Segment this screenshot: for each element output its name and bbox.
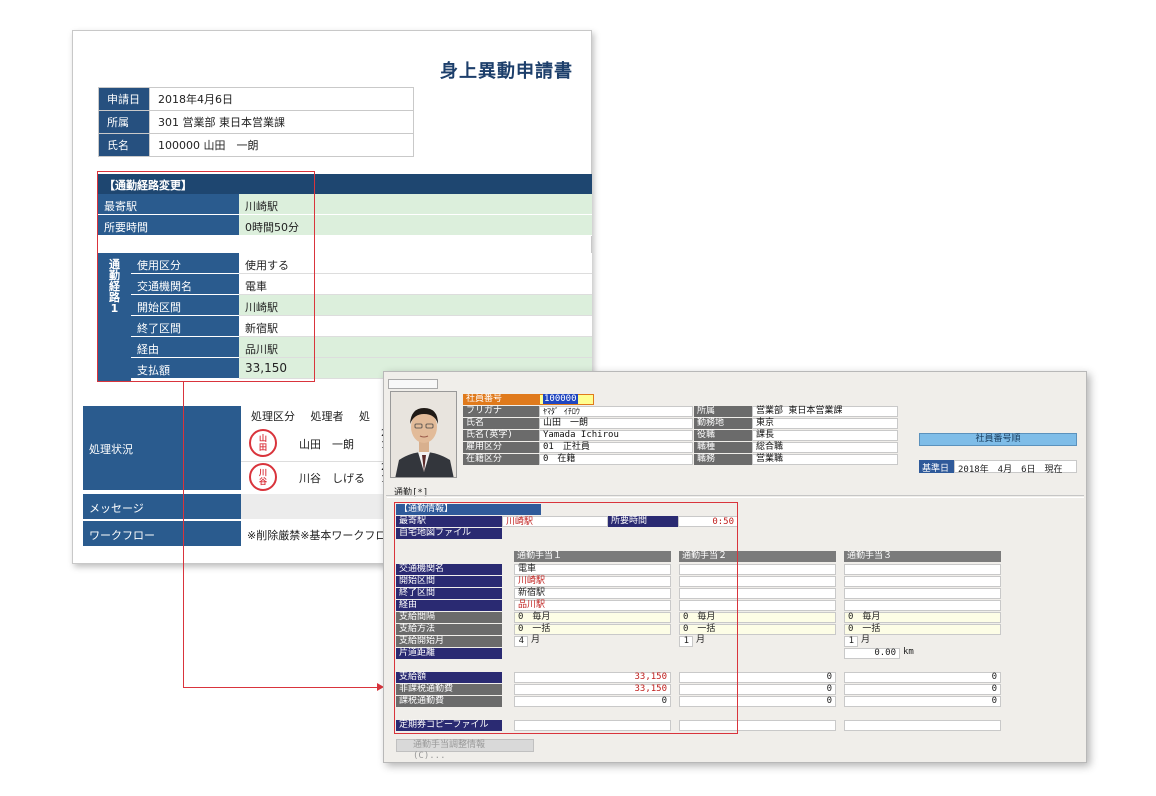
info-row-name: 氏名 100000 山田 一朗 <box>98 133 414 157</box>
emp-label: 在籍区分 <box>463 454 539 465</box>
message-label: メッセージ <box>83 494 241 520</box>
col3-via[interactable] <box>844 600 1001 611</box>
stamp-text: 山田 <box>259 434 267 452</box>
commute-adjustment-button[interactable]: 通勤手当調整情報(C)... <box>396 739 534 761</box>
col3-transport[interactable] <box>844 564 1001 575</box>
col3-taxable[interactable]: 0 <box>844 696 1001 707</box>
approval-stamp: 山田 <box>249 429 277 457</box>
info-row-date: 申請日 2018年4月6日 <box>98 87 414 111</box>
emp-value: 総合職 <box>752 442 898 453</box>
emp-label: 雇用区分 <box>463 442 539 453</box>
emp-value: ﾔﾏﾀﾞ ｲﾁﾛｳ <box>539 406 693 417</box>
emp-value: 東京 <box>752 418 898 429</box>
window-tab[interactable] <box>388 379 438 389</box>
employee-number-value: 100000 <box>543 394 578 404</box>
emp-value: 営業部 東日本営業課 <box>752 406 898 417</box>
col3-interval[interactable]: 0 毎月 <box>844 612 1001 623</box>
employee-commute-window: 社員番号 100000 フリガナ ﾔﾏﾀﾞ ｲﾁﾛｳ 氏名 山田 一朗 氏名(英… <box>383 371 1087 763</box>
connector-line <box>183 382 184 688</box>
base-date: 基準日 2018年 4月 6日 現在 <box>919 460 1077 475</box>
allowance-3-header: 通勤手当３ <box>844 551 1001 562</box>
col3-method[interactable]: 0 一括 <box>844 624 1001 635</box>
employee-photo <box>390 391 457 478</box>
stamp-text: 川谷 <box>259 468 267 486</box>
base-date-value[interactable]: 2018年 4月 6日 現在 <box>954 460 1077 475</box>
col3-month-unit: 月 <box>858 636 878 647</box>
emp-value: 0 在籍 <box>539 454 693 465</box>
col3-distance-unit: km <box>900 648 920 659</box>
approver-name: 川谷 しげる <box>299 472 365 485</box>
col3-amount[interactable]: 0 <box>844 672 1001 683</box>
emp-label: 役職 <box>694 430 752 441</box>
col3-end[interactable] <box>844 588 1001 599</box>
info-label: 氏名 <box>98 133 150 157</box>
sort-by-employee-number-button[interactable]: 社員番号順 <box>919 433 1077 446</box>
emp-value: Yamada Ichirou <box>539 430 693 441</box>
pass-copy-file-3[interactable] <box>844 720 1001 731</box>
info-value: 100000 山田 一朗 <box>149 133 414 157</box>
emp-value: 課長 <box>752 430 898 441</box>
emp-label: 職種 <box>694 442 752 453</box>
status-headers: 処理区分 処理者 処 <box>251 408 382 424</box>
status-header: 処理区分 <box>251 410 295 423</box>
highlight-box-commute <box>394 502 738 734</box>
emp-label: フリガナ <box>463 406 539 417</box>
col3-nontaxable[interactable]: 0 <box>844 684 1001 695</box>
info-value: 301 営業部 東日本営業課 <box>149 110 414 134</box>
col3-start-month[interactable]: 1 <box>844 636 858 647</box>
highlight-box-route <box>97 171 315 382</box>
info-label: 申請日 <box>98 87 150 111</box>
applicant-info-table: 申請日 2018年4月6日 所属 301 営業部 東日本営業課 氏名 10000… <box>98 87 414 157</box>
approver-name: 山田 一朗 <box>299 438 354 451</box>
info-row-dept: 所属 301 営業部 東日本営業課 <box>98 110 414 134</box>
emp-label: 所属 <box>694 406 752 417</box>
status-label: 処理状況 <box>83 406 241 490</box>
status-header: 処 <box>359 410 370 423</box>
col3-start[interactable] <box>844 576 1001 587</box>
tab-divider <box>386 495 1084 496</box>
emp-value: 営業職 <box>752 454 898 465</box>
emp-value: 01 正社員 <box>539 442 693 453</box>
base-date-label: 基準日 <box>919 460 954 474</box>
emp-label: 氏名(英字) <box>463 430 539 441</box>
emp-label: 氏名 <box>463 418 539 429</box>
document-title: 身上異動申請書 <box>440 61 573 82</box>
status-header: 処理者 <box>310 410 344 423</box>
emp-label: 職務 <box>694 454 752 465</box>
emp-label: 社員番号 <box>463 394 539 405</box>
col3-distance[interactable]: 0.00 <box>844 648 900 659</box>
connector-line <box>183 687 378 688</box>
emp-label: 勤務地 <box>694 418 752 429</box>
workflow-label: ワークフロー <box>83 521 241 547</box>
employee-number-field[interactable]: 100000 <box>539 394 594 405</box>
info-value: 2018年4月6日 <box>149 87 414 111</box>
emp-value: 山田 一朗 <box>539 418 693 429</box>
info-label: 所属 <box>98 110 150 134</box>
approval-stamp: 川谷 <box>249 463 277 491</box>
